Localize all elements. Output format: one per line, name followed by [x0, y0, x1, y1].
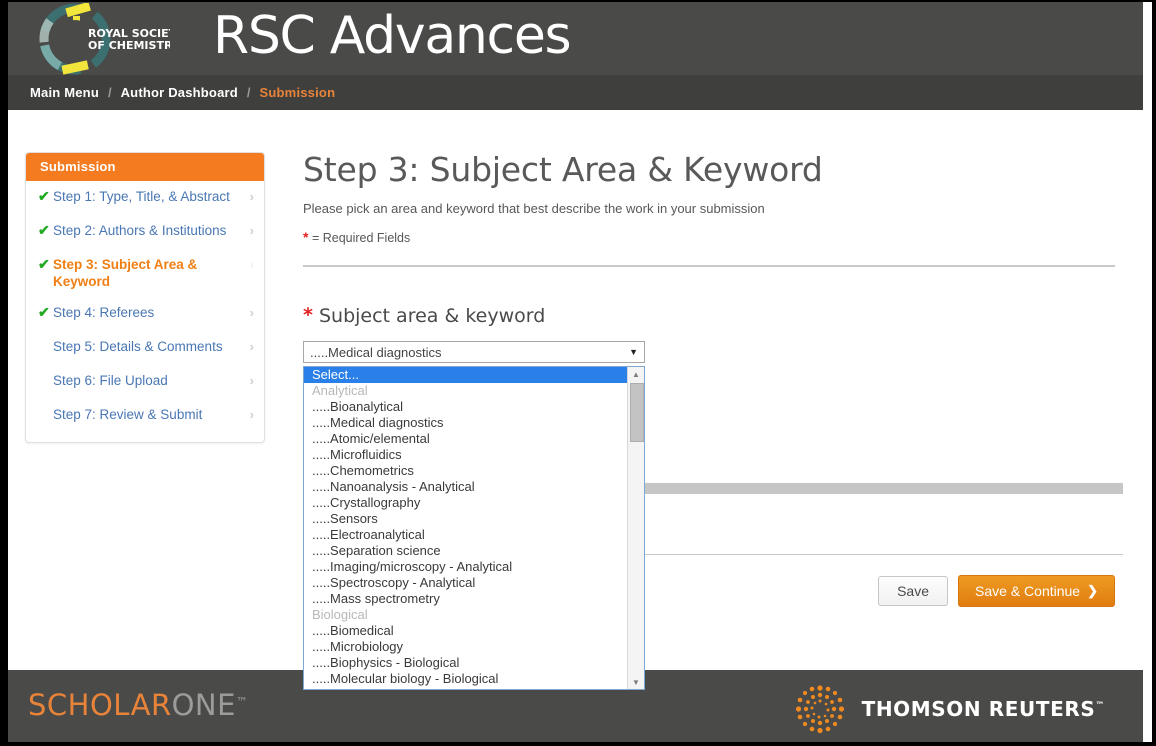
- check-icon: ✔: [38, 188, 50, 204]
- dropdown-group-label: Biological: [312, 607, 368, 622]
- sidebar-item-label: Step 7: Review & Submit: [53, 407, 203, 422]
- chevron-right-icon: ›: [249, 339, 254, 354]
- sidebar-item-label: Step 3: Subject Area & Keyword: [53, 257, 198, 289]
- dropdown-option[interactable]: .....Sensors: [304, 511, 627, 527]
- sidebar-title: Submission: [26, 153, 264, 181]
- save-button[interactable]: Save: [878, 576, 949, 606]
- trademark-icon: ™: [235, 695, 249, 709]
- thomson-reuters-logo: THOMSON REUTERS™: [794, 683, 1105, 735]
- dropdown-option[interactable]: .....Electroanalytical: [304, 527, 627, 543]
- required-asterisk-icon: *: [303, 229, 309, 245]
- required-fields-note: * = Required Fields: [303, 229, 1123, 245]
- window-border-right: [1152, 0, 1156, 746]
- sidebar-item-step-3[interactable]: ✔ Step 3: Subject Area & Keyword ›: [26, 249, 264, 297]
- dropdown-option[interactable]: .....Chemometrics: [304, 463, 627, 479]
- page-title: Step 3: Subject Area & Keyword: [303, 150, 823, 189]
- submission-steps-sidebar: Submission ✔ Step 1: Type, Title, & Abst…: [25, 152, 265, 443]
- sidebar-item-label: Step 6: File Upload: [53, 373, 168, 388]
- subject-area-selected-value: .....Medical diagnostics: [310, 344, 442, 360]
- scholarone-logo-part2: ONE: [171, 688, 236, 722]
- chevron-right-icon: ›: [249, 373, 254, 388]
- sidebar-item-label: Step 5: Details & Comments: [53, 339, 223, 354]
- breadcrumb-item-author-dashboard[interactable]: Author Dashboard: [121, 85, 238, 100]
- dropdown-option[interactable]: .....Mass spectrometry: [304, 591, 627, 607]
- breadcrumb: Main Menu / Author Dashboard / Submissio…: [8, 75, 1143, 110]
- sidebar-item-step-7[interactable]: Step 7: Review & Submit ›: [26, 399, 264, 433]
- royal-society-of-chemistry-logo-icon: ROYAL SOCIETY OF CHEMISTRY: [30, 3, 170, 75]
- scroll-down-arrow-icon[interactable]: ▼: [628, 675, 644, 689]
- save-and-continue-button[interactable]: Save & Continue ❯: [958, 575, 1115, 607]
- form-actions: Save Save & Continue ❯: [878, 575, 1115, 607]
- breadcrumb-separator: /: [107, 85, 112, 100]
- window-border-bottom: [0, 742, 1156, 746]
- chevron-right-icon: ❯: [1087, 583, 1098, 598]
- thomson-reuters-wordmark: THOMSON REUTERS™: [862, 697, 1105, 721]
- chevron-right-icon: ›: [249, 407, 254, 422]
- dropdown-group-label: Analytical: [312, 383, 368, 398]
- chevron-right-icon: ›: [249, 223, 254, 238]
- svg-text:OF CHEMISTRY: OF CHEMISTRY: [88, 39, 170, 52]
- dropdown-option[interactable]: .....Microfluidics: [304, 447, 627, 463]
- breadcrumb-item-main-menu[interactable]: Main Menu: [30, 85, 99, 100]
- window-border-left: [0, 0, 8, 746]
- sidebar-item-step-4[interactable]: ✔ Step 4: Referees ›: [26, 297, 264, 331]
- check-icon: ✔: [38, 304, 50, 320]
- subject-area-select[interactable]: .....Medical diagnostics ▼: [303, 341, 645, 363]
- dropdown-option[interactable]: .....Nanoanalysis - Analytical: [304, 479, 627, 495]
- dropdown-option[interactable]: .....Imaging/microscopy - Analytical: [304, 559, 627, 575]
- dropdown-option[interactable]: .....Biophysics - Biological: [304, 655, 627, 671]
- dropdown-option[interactable]: .....Molecular biology - Biological: [304, 671, 627, 687]
- check-icon: ✔: [38, 256, 50, 272]
- dropdown-option[interactable]: .....Spectroscopy - Analytical: [304, 575, 627, 591]
- sidebar-item-label: Step 1: Type, Title, & Abstract: [53, 189, 230, 204]
- thomson-reuters-mark-icon: [795, 685, 844, 734]
- scroll-up-arrow-icon[interactable]: ▲: [628, 367, 644, 381]
- sidebar-item-label: Step 2: Authors & Institutions: [53, 223, 227, 238]
- sidebar-item-step-6[interactable]: Step 6: File Upload ›: [26, 365, 264, 399]
- dropdown-option[interactable]: .....Medical diagnostics: [304, 415, 627, 431]
- page-root: ROYAL SOCIETY OF CHEMISTRY RSC Advances …: [0, 0, 1156, 746]
- field-label-text: Subject area & keyword: [318, 305, 546, 327]
- dropdown-option[interactable]: .....Microbiology: [304, 639, 627, 655]
- dropdown-option[interactable]: .....Crystallography: [304, 495, 627, 511]
- breadcrumb-separator: /: [246, 85, 251, 100]
- page-subtitle: Please pick an area and keyword that bes…: [303, 201, 765, 216]
- save-and-continue-label: Save & Continue: [975, 583, 1081, 599]
- sidebar-item-step-2[interactable]: ✔ Step 2: Authors & Institutions ›: [26, 215, 264, 249]
- dropdown-option[interactable]: Select...: [304, 367, 627, 383]
- required-asterisk-icon: *: [303, 304, 313, 326]
- check-icon: ✔: [38, 222, 50, 238]
- dropdown-option[interactable]: .....Separation science: [304, 543, 627, 559]
- window-border-top: [0, 0, 1156, 2]
- scholarone-logo: SCHOLARONE™: [28, 688, 248, 722]
- scrollbar-thumb[interactable]: [630, 383, 644, 442]
- subject-area-dropdown-list[interactable]: Select... Analytical .....Bioanalytical …: [303, 366, 645, 690]
- dropdown-option[interactable]: .....Biomedical: [304, 623, 627, 639]
- sidebar-item-step-1[interactable]: ✔ Step 1: Type, Title, & Abstract ›: [26, 181, 264, 215]
- chevron-right-icon: ›: [249, 305, 254, 320]
- journal-title: RSC Advances: [213, 6, 572, 66]
- trademark-icon: ™: [1095, 701, 1105, 711]
- subject-area-field-label: * Subject area & keyword: [303, 304, 1123, 327]
- chevron-down-icon: ▼: [629, 347, 638, 357]
- scholarone-logo-part1: SCHOLAR: [28, 688, 172, 722]
- chevron-right-icon: ›: [249, 189, 254, 204]
- dropdown-scrollbar[interactable]: ▲ ▼: [627, 367, 644, 689]
- sidebar-item-label: Step 4: Referees: [53, 305, 155, 320]
- dropdown-option[interactable]: .....Atomic/elemental: [304, 431, 627, 447]
- breadcrumb-item-submission[interactable]: Submission: [260, 85, 336, 100]
- section-divider: [303, 265, 1115, 268]
- dropdown-option[interactable]: .....Bioanalytical: [304, 399, 627, 415]
- required-fields-text: = Required Fields: [311, 231, 411, 245]
- thomson-reuters-text: THOMSON REUTERS: [861, 697, 1096, 721]
- sidebar-item-step-5[interactable]: Step 5: Details & Comments ›: [26, 331, 264, 365]
- main-panel: Step 3: Subject Area & Keyword Please pi…: [303, 150, 1123, 363]
- site-header: ROYAL SOCIETY OF CHEMISTRY RSC Advances: [8, 2, 1143, 75]
- chevron-right-icon: ›: [249, 257, 254, 272]
- dropdown-options: Select... Analytical .....Bioanalytical …: [304, 367, 627, 689]
